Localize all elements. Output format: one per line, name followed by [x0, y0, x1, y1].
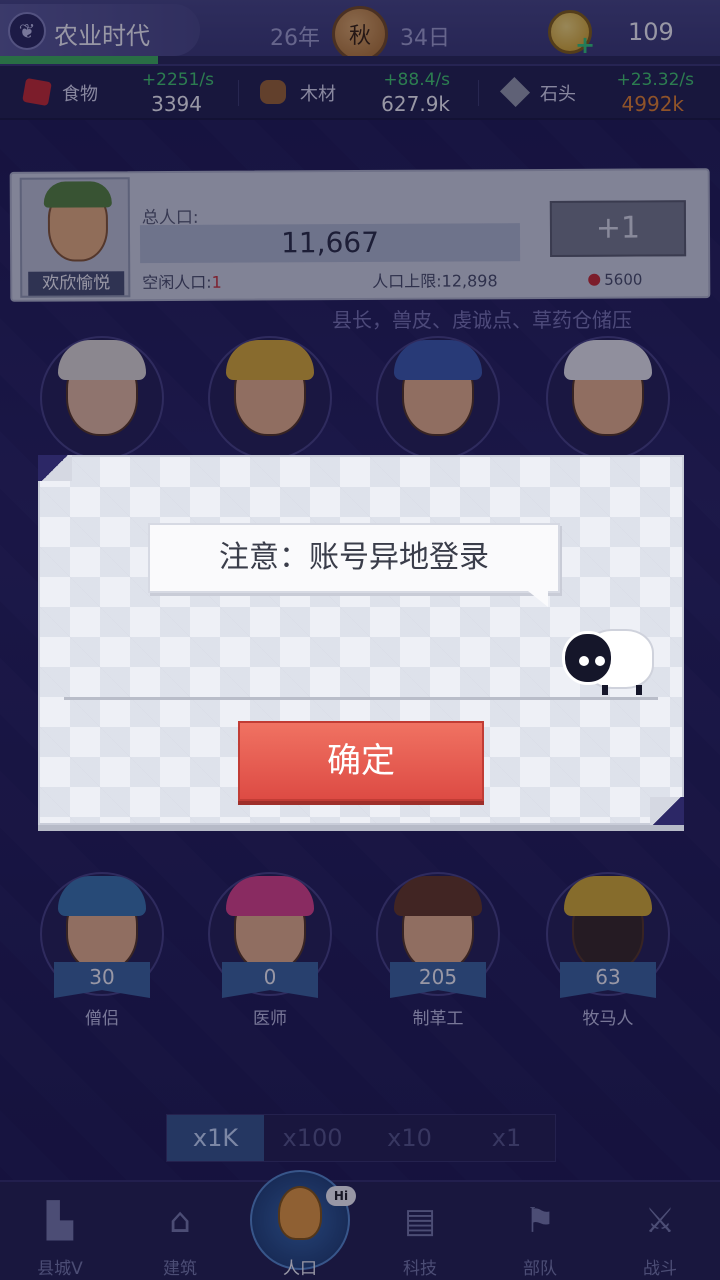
sheep-leg [602, 685, 608, 695]
sheep-leg [636, 685, 642, 695]
bubble-tail [528, 591, 548, 607]
paper-curl [650, 797, 684, 825]
sheep-icon [556, 625, 666, 697]
alert-dialog: 注意：账号异地登录 确定 [38, 455, 684, 825]
confirm-button[interactable]: 确定 [238, 721, 484, 801]
sheep-face [562, 631, 614, 685]
dialog-divider [64, 697, 658, 700]
sheep-eye [579, 656, 589, 666]
sheep-eye [595, 656, 605, 666]
alert-message: 注意：账号异地登录 [148, 523, 560, 593]
paper-curl [38, 455, 72, 481]
